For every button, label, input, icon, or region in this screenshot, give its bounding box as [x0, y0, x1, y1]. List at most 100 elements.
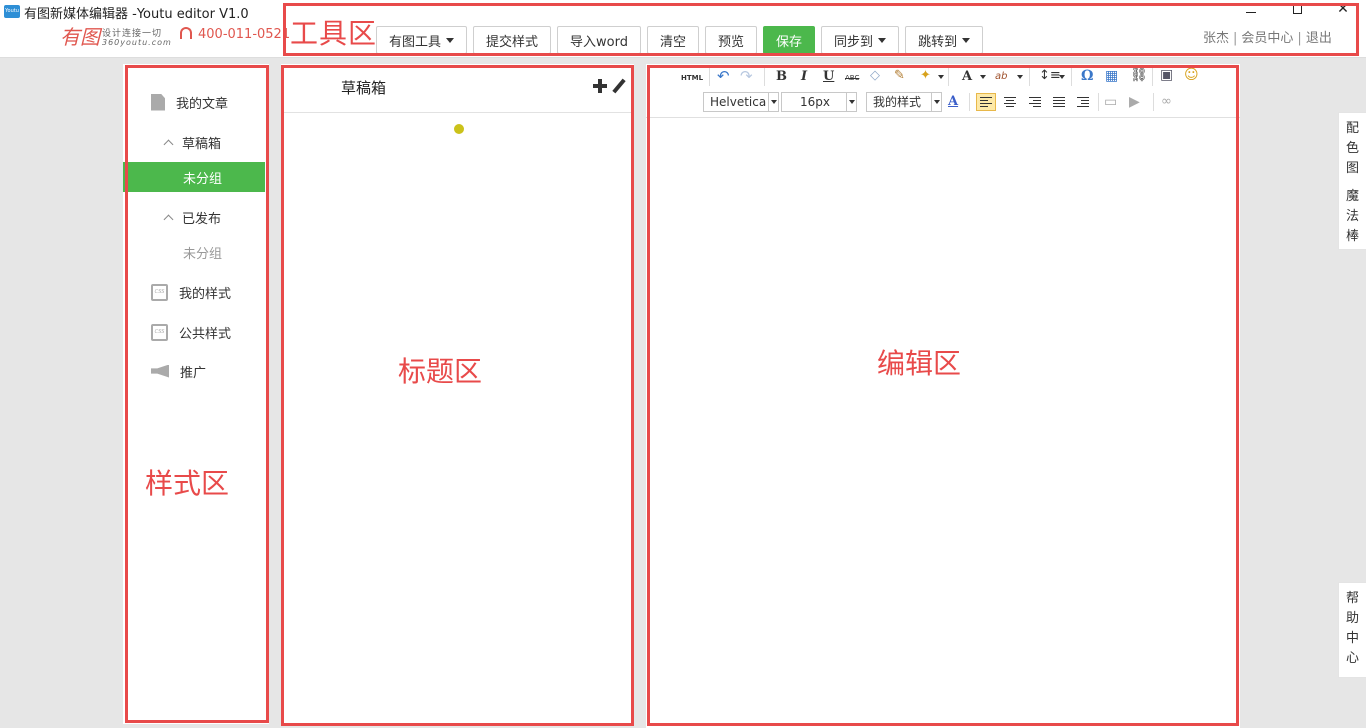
separator	[969, 93, 970, 111]
minimize-icon	[1246, 12, 1256, 13]
table-icon[interactable]: ▦	[1105, 68, 1118, 84]
title-area-label: 标题区	[398, 355, 483, 388]
format-brush-icon[interactable]: ✎	[894, 68, 905, 84]
magic-wand-icon[interactable]: ✦	[920, 68, 931, 84]
select-value: Helvetica	[710, 95, 767, 109]
caret-down-icon[interactable]	[980, 75, 986, 79]
sidebar-item-my-styles[interactable]: CSS 我的样式	[123, 277, 265, 307]
align-left-icon[interactable]	[976, 93, 996, 111]
font-size-select[interactable]: 16px	[781, 92, 857, 112]
support-phone: 400-011-0521	[180, 27, 290, 42]
pencil-icon[interactable]	[612, 78, 626, 94]
video-icon[interactable]: ▶	[1129, 94, 1140, 110]
strikethrough-button[interactable]: ABC	[845, 70, 859, 86]
tab-char: 中	[1345, 631, 1359, 646]
text-style-icon[interactable]: A	[948, 94, 958, 110]
align-center-icon[interactable]	[1001, 93, 1021, 111]
font-color-button[interactable]: A	[962, 69, 972, 85]
restore-icon	[1292, 5, 1302, 14]
html-source-button[interactable]: HTML	[681, 70, 703, 86]
caret-down-icon	[878, 37, 887, 43]
tab-char: 魔	[1345, 189, 1359, 204]
brand-logo: 有图 设计连接一切 360youtu.com	[60, 24, 172, 50]
tab-char: 图	[1345, 161, 1359, 176]
sidebar-item-drafts-ungrouped[interactable]: 未分组	[123, 162, 265, 192]
bold-button[interactable]: B	[776, 69, 787, 85]
sidebar-item-published[interactable]: 已发布	[123, 202, 265, 232]
submit-style-button[interactable]: 提交样式	[473, 26, 552, 54]
separator	[1152, 68, 1153, 86]
align-justify-icon[interactable]	[1050, 93, 1070, 111]
sidebar: 我的文章 草稿箱 未分组 已发布 未分组 CSS 我的样式 CSS 公共样式 推广	[123, 64, 269, 724]
undo-icon[interactable]: ↶	[717, 68, 730, 84]
tab-char: 帮	[1345, 591, 1359, 606]
logo-text: 有图	[60, 25, 100, 49]
button-label: 同步到	[834, 34, 874, 50]
sidebar-item-label: 已发布	[182, 211, 222, 227]
redo-icon[interactable]: ↷	[740, 68, 753, 84]
loading-indicator	[454, 124, 464, 134]
separator	[1029, 68, 1030, 86]
editor-content-area[interactable]	[646, 119, 1240, 727]
logout-link[interactable]: 退出	[1306, 31, 1332, 46]
eraser-icon[interactable]: ◇	[870, 68, 880, 84]
caret-down-icon[interactable]	[938, 75, 944, 79]
link-icon[interactable]: ∞	[1161, 94, 1172, 110]
chevron-up-icon	[163, 214, 174, 224]
toolbar-area-label: 工具区	[290, 17, 378, 50]
sidebar-item-drafts[interactable]: 草稿箱	[123, 127, 265, 157]
jump-to-button[interactable]: 跳转到	[905, 26, 984, 54]
sidebar-item-published-ungrouped[interactable]: 未分组	[123, 237, 265, 267]
preview-button[interactable]: 预览	[705, 26, 758, 54]
tab-char: 色	[1345, 141, 1359, 156]
app-icon: Youtu	[4, 5, 20, 18]
italic-button[interactable]: I	[801, 69, 807, 85]
separator	[1098, 93, 1099, 111]
special-char-button[interactable]: Ω	[1081, 68, 1093, 84]
close-button[interactable]: ✕	[1334, 1, 1352, 18]
sidebar-area-label: 样式区	[145, 467, 230, 500]
window-controls: ✕	[1242, 1, 1352, 18]
sidebar-item-promote[interactable]: 推广	[123, 356, 265, 386]
print-icon[interactable]: ▣	[1160, 67, 1173, 83]
select-value: 我的样式	[873, 95, 922, 109]
sidebar-item-label: 我的文章	[176, 96, 229, 112]
emoticon-icon[interactable]: ☺	[1184, 67, 1199, 83]
chevron-down-icon	[931, 93, 941, 111]
sidebar-item-label: 推广	[180, 365, 207, 381]
username-link[interactable]: 张杰	[1203, 31, 1229, 46]
add-icon[interactable]	[593, 79, 607, 93]
sidebar-item-my-articles[interactable]: 我的文章	[123, 87, 265, 117]
save-button[interactable]: 保存	[763, 26, 816, 54]
underline-button[interactable]: U	[823, 69, 834, 85]
minimize-button[interactable]	[1242, 1, 1260, 18]
my-style-select[interactable]: 我的样式	[866, 92, 942, 112]
tab-char: 助	[1345, 611, 1359, 626]
css-file-icon: CSS	[151, 283, 168, 301]
indent-icon[interactable]	[1074, 93, 1094, 111]
user-links: 张杰 | 会员中心 | 退出	[1203, 27, 1332, 46]
align-right-icon[interactable]	[1026, 93, 1046, 111]
tab-char: 棒	[1345, 229, 1359, 244]
image-icon[interactable]: ▭	[1104, 94, 1117, 110]
editor-area-label: 编辑区	[877, 347, 962, 380]
tab-char: 心	[1345, 651, 1359, 666]
maximize-button[interactable]	[1288, 1, 1306, 18]
caret-down-icon[interactable]	[1059, 75, 1065, 79]
sidebar-item-label: 公共样式	[179, 326, 232, 342]
highlight-button[interactable]: ab	[995, 69, 1007, 85]
sync-to-button[interactable]: 同步到	[821, 26, 900, 54]
color-magic-tab[interactable]: 配 色 图 魔 法 棒	[1338, 112, 1366, 250]
caret-down-icon[interactable]	[1017, 75, 1023, 79]
member-center-link[interactable]: 会员中心	[1241, 31, 1293, 46]
chevron-up-icon	[163, 139, 174, 149]
clear-button[interactable]: 清空	[647, 26, 700, 54]
font-family-select[interactable]: Helvetica	[703, 92, 779, 112]
import-word-button[interactable]: 导入word	[557, 26, 641, 54]
search-replace-icon[interactable]: ⛓	[1130, 67, 1148, 83]
help-center-tab[interactable]: 帮 助 中 心	[1338, 582, 1366, 678]
youtu-tools-button[interactable]: 有图工具	[376, 26, 468, 54]
separator	[948, 68, 949, 86]
sidebar-item-public-styles[interactable]: CSS 公共样式	[123, 317, 265, 347]
line-height-icon[interactable]: ↕≡	[1039, 68, 1061, 84]
